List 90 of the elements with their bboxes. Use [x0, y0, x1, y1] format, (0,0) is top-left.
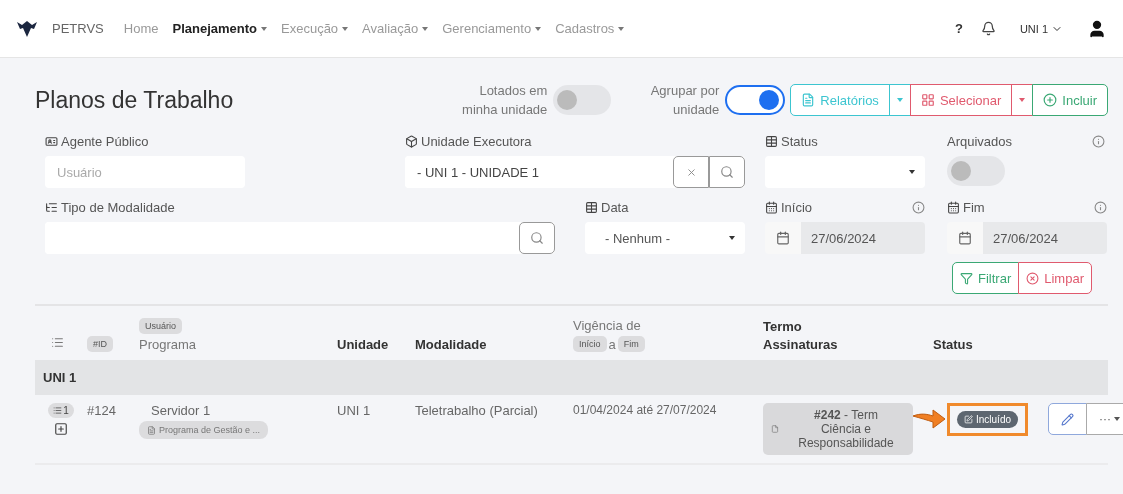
column-tag: Fim [617, 336, 645, 352]
dropdown-button[interactable] [1011, 84, 1034, 116]
column-header: Unidade [337, 337, 390, 352]
select-field[interactable] [765, 156, 925, 188]
calendar-icon [765, 200, 778, 214]
field-label: Arquivados [947, 133, 1013, 149]
select-icon [920, 93, 935, 107]
info-icon[interactable] [1092, 134, 1105, 148]
add-icon [1043, 93, 1058, 107]
id-card-icon [45, 134, 58, 148]
document-icon [147, 425, 156, 435]
toggle-switch[interactable] [725, 85, 786, 115]
bell-icon[interactable] [980, 21, 996, 36]
more-button[interactable]: ··· [1086, 403, 1123, 435]
close-icon [685, 166, 697, 178]
menu-item[interactable]: Execução [281, 21, 349, 36]
report-icon [801, 93, 816, 107]
tree-icon [45, 200, 58, 214]
page-title: Planos de Trabalho [35, 86, 235, 114]
search-button[interactable] [709, 156, 745, 188]
brand-name: PETRVS [52, 21, 104, 36]
help-link[interactable]: ? [954, 21, 963, 36]
column-header: Assinaturas [763, 337, 838, 352]
filter-button[interactable]: Limpar [1018, 262, 1092, 294]
menu-item[interactable]: Gerenciamento [442, 21, 542, 36]
table-cell-text: Teletrabalho (Parcial) [415, 403, 539, 420]
table-cell-text: #124 [87, 403, 117, 418]
search-field[interactable]: - UNI 1 - UNIDADE 1 [405, 156, 745, 188]
list-icon [51, 336, 64, 349]
search-icon [530, 231, 544, 245]
filter-icon [960, 271, 974, 285]
count-badge: 1 [48, 403, 74, 418]
unit-selector[interactable]: UNI 1 [1013, 21, 1069, 36]
calendar-icon [776, 231, 790, 245]
column-tag: Início [573, 336, 607, 352]
action-button[interactable]: Selecionar [909, 84, 1013, 116]
menu-item[interactable]: Planejamento [172, 21, 267, 36]
column-header: Programa [139, 337, 197, 352]
edit-button[interactable] [1048, 403, 1087, 435]
column-header: Status [933, 337, 974, 352]
logo-icon [16, 19, 38, 38]
status-badge: Incluído [957, 411, 1019, 428]
arrow-annotation [912, 408, 946, 430]
action-button[interactable]: Incluir [1032, 84, 1108, 116]
column-header: a [608, 336, 616, 352]
column-header: Vigência de [573, 318, 641, 333]
table-icon [765, 134, 778, 148]
group-header: UNI 1 [35, 360, 1108, 395]
pencil-icon [1061, 412, 1074, 426]
toggle-label: Lotados em minha unidade [461, 82, 548, 119]
search-button[interactable] [519, 222, 555, 254]
field-label: Data [601, 199, 629, 215]
field-label: Início [781, 199, 813, 215]
table-icon [585, 200, 598, 214]
field-label: Fim [963, 199, 985, 215]
action-button[interactable]: Relatórios [790, 84, 890, 116]
column-tag: Usuário [139, 318, 182, 334]
field-label: Unidade Executora [421, 133, 532, 149]
calendar-icon [958, 231, 972, 245]
cube-icon [405, 134, 418, 148]
toggle-switch[interactable] [947, 156, 1005, 186]
document-icon [771, 424, 779, 434]
program-tag: Programa de Gestão e ... [139, 421, 269, 439]
text-field[interactable]: Usuário [45, 156, 245, 188]
info-icon[interactable] [1094, 200, 1107, 214]
expand-icon[interactable] [54, 422, 68, 436]
toggle-label: Agrupar por unidade [649, 82, 720, 119]
menu-item[interactable]: Avaliação [362, 21, 429, 36]
clear-button[interactable] [673, 156, 709, 188]
field-label: Status [781, 133, 818, 149]
menu-item[interactable]: Cadastros [555, 21, 625, 36]
select-field[interactable]: - Nenhum - [585, 222, 745, 254]
column-header: Termo [763, 319, 802, 334]
filter-button[interactable]: Filtrar [952, 262, 1020, 294]
menu-item[interactable]: Home [123, 21, 159, 36]
table-cell-text: UNI 1 [337, 403, 372, 420]
table-cell-text: 01/04/2024 até 27/07/2024 [573, 403, 718, 419]
table-cell-text: Servidor 1 [150, 403, 211, 418]
column-tag: #ID [87, 336, 113, 352]
close-icon [1026, 271, 1040, 285]
column-header: Modalidade [415, 337, 488, 352]
info-icon[interactable] [912, 200, 925, 214]
dropdown-button[interactable] [888, 84, 911, 116]
term-badge: #242 - Term Ciência e Responsabilidade [763, 403, 913, 455]
user-icon[interactable] [1087, 18, 1107, 39]
search-icon [720, 165, 734, 179]
toggle-switch[interactable] [553, 85, 612, 115]
field-label: Tipo de Modalidade [61, 199, 175, 215]
field-label: Agente Público [61, 133, 149, 149]
calendar-icon [947, 200, 960, 214]
